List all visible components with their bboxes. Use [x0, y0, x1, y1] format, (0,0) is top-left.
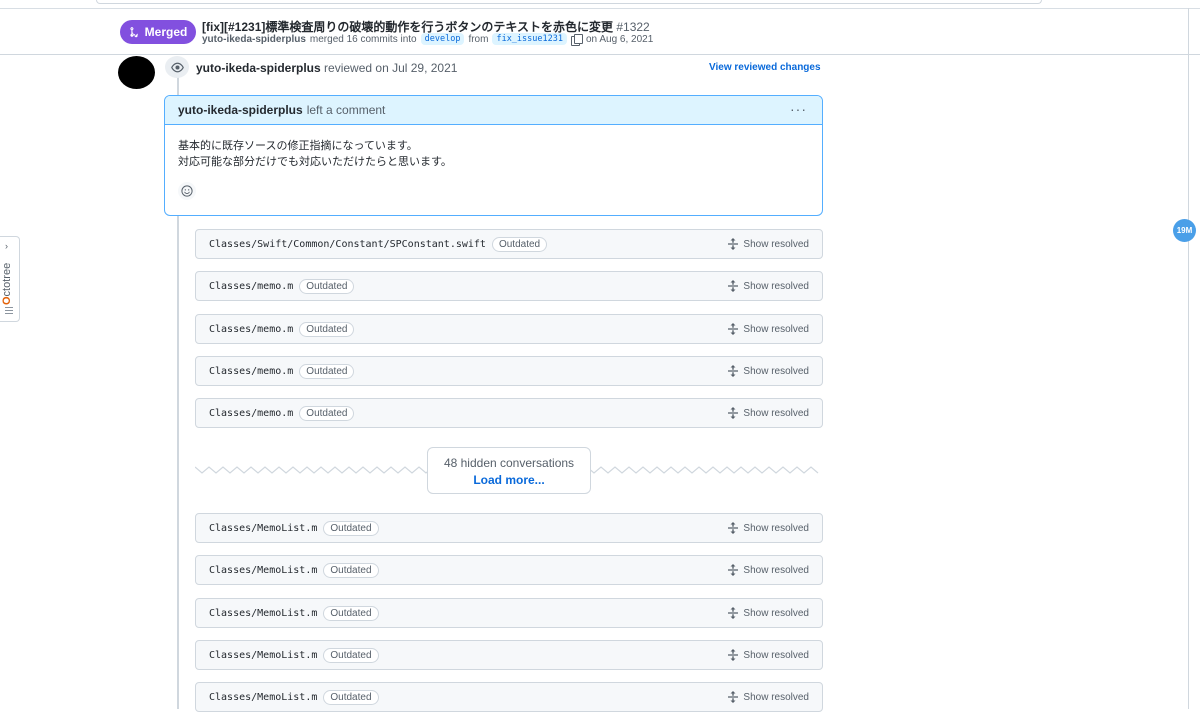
show-resolved-label: Show resolved [743, 280, 809, 292]
chevron-right-icon: › [5, 241, 8, 251]
show-resolved-label: Show resolved [743, 238, 809, 250]
top-strip [96, 0, 1042, 4]
pr-merged-text: merged 16 commits into [309, 33, 417, 45]
load-more-button[interactable]: Load more... [428, 473, 590, 487]
pr-date: on Aug 6, 2021 [585, 33, 654, 45]
show-resolved-label: Show resolved [743, 365, 809, 377]
resolved-thread[interactable]: Classes/memo.m Outdated Show resolved [195, 314, 823, 344]
pr-from-text: from [468, 33, 489, 45]
head-branch[interactable]: fix_issue1231 [492, 33, 567, 45]
show-resolved-button[interactable]: Show resolved [728, 407, 809, 419]
smiley-icon[interactable] [178, 182, 196, 200]
unfold-icon [728, 564, 739, 576]
comment-action: left a comment [306, 103, 386, 117]
outdated-badge: Outdated [299, 405, 355, 421]
unfold-icon [728, 365, 739, 377]
show-resolved-label: Show resolved [743, 564, 809, 576]
floating-badge[interactable]: 19M [1173, 219, 1196, 242]
show-resolved-button[interactable]: Show resolved [728, 522, 809, 534]
pr-header: Merged [fix][#1231]標準検査周りの破壊的動作を行うボタンのテキ… [0, 8, 1200, 55]
thread-file-path: Classes/MemoList.m [209, 607, 318, 619]
show-resolved-label: Show resolved [743, 607, 809, 619]
right-border [1188, 8, 1189, 709]
show-resolved-label: Show resolved [743, 323, 809, 335]
thread-file-path: Classes/memo.m [209, 323, 294, 335]
pr-author-link[interactable]: yuto-ikeda-spiderplus [202, 34, 306, 45]
thread-file-path: Classes/memo.m [209, 407, 294, 419]
resolved-thread[interactable]: Classes/memo.m Outdated Show resolved [195, 398, 823, 428]
kebab-menu-icon[interactable]: ··· [790, 101, 807, 117]
show-resolved-label: Show resolved [743, 522, 809, 534]
merged-badge: Merged [120, 20, 196, 44]
show-resolved-label: Show resolved [743, 691, 809, 703]
review-line: yuto-ikeda-spiderplus reviewed on Jul 29… [196, 61, 457, 75]
thread-file-path: Classes/MemoList.m [209, 649, 318, 661]
outdated-badge: Outdated [491, 236, 548, 252]
resolved-thread[interactable]: Classes/MemoList.m Outdated Show resolve… [195, 682, 823, 712]
unfold-icon [728, 607, 739, 619]
show-resolved-button[interactable]: Show resolved [728, 238, 809, 250]
show-resolved-button[interactable]: Show resolved [728, 323, 809, 335]
resolved-thread[interactable]: Classes/Swift/Common/Constant/SPConstant… [195, 229, 823, 259]
thread-file-path: Classes/Swift/Common/Constant/SPConstant… [209, 238, 486, 250]
resolved-thread[interactable]: Classes/MemoList.m Outdated Show resolve… [195, 513, 823, 543]
copy-icon[interactable] [570, 33, 583, 46]
resolved-thread[interactable]: Classes/MemoList.m Outdated Show resolve… [195, 555, 823, 585]
unfold-icon [728, 691, 739, 703]
view-reviewed-changes-link[interactable]: View reviewed changes [709, 62, 821, 73]
unfold-icon [728, 649, 739, 661]
hidden-conversations-box: 48 hidden conversations Load more... [427, 447, 591, 494]
base-branch[interactable]: develop [420, 33, 465, 45]
show-resolved-button[interactable]: Show resolved [728, 649, 809, 661]
thread-file-path: Classes/MemoList.m [209, 522, 318, 534]
outdated-badge: Outdated [299, 321, 355, 337]
pr-title-text: [fix][#1231]標準検査周りの破壊的動作を行うボタンのテキストを赤色に変… [202, 20, 614, 34]
show-resolved-button[interactable]: Show resolved [728, 564, 809, 576]
thread-file-path: Classes/memo.m [209, 280, 294, 292]
merged-label: Merged [144, 25, 188, 39]
pr-meta: yuto-ikeda-spiderplus merged 16 commits … [202, 33, 654, 46]
thread-file-path: Classes/MemoList.m [209, 564, 318, 576]
outdated-badge: Outdated [299, 363, 355, 379]
resolved-thread[interactable]: Classes/MemoList.m Outdated Show resolve… [195, 598, 823, 628]
merge-icon [130, 27, 138, 38]
outdated-badge: Outdated [299, 278, 355, 294]
avatar[interactable] [118, 56, 155, 89]
outdated-badge: Outdated [323, 562, 379, 578]
unfold-icon [728, 323, 739, 335]
octotree-label: Octotree [1, 262, 13, 305]
drag-handle-icon[interactable] [5, 307, 13, 314]
unfold-icon [728, 280, 739, 292]
outdated-badge: Outdated [323, 689, 379, 705]
outdated-badge: Outdated [323, 647, 379, 663]
review-comment: yuto-ikeda-spiderplus left a comment ···… [164, 95, 823, 216]
unfold-icon [728, 522, 739, 534]
outdated-badge: Outdated [323, 605, 379, 621]
pr-number: #1322 [616, 20, 650, 34]
comment-line-2: 対応可能な部分だけでも対応いただけたらと思います。 [178, 156, 452, 168]
hidden-conversations-count: 48 hidden conversations [443, 456, 575, 470]
thread-file-path: Classes/MemoList.m [209, 691, 318, 703]
show-resolved-button[interactable]: Show resolved [728, 691, 809, 703]
show-resolved-button[interactable]: Show resolved [728, 280, 809, 292]
eye-icon [165, 56, 189, 78]
show-resolved-label: Show resolved [743, 407, 809, 419]
octotree-sidebar-toggle[interactable]: › Octotree [0, 236, 20, 322]
unfold-icon [728, 407, 739, 419]
reviewer-link[interactable]: yuto-ikeda-spiderplus [196, 61, 321, 75]
outdated-badge: Outdated [323, 520, 379, 536]
resolved-thread[interactable]: Classes/MemoList.m Outdated Show resolve… [195, 640, 823, 670]
show-resolved-button[interactable]: Show resolved [728, 607, 809, 619]
show-resolved-button[interactable]: Show resolved [728, 365, 809, 377]
comment-body: 基本的に既存ソースの修正指摘になっています。 対応可能な部分だけでも対応いただけ… [165, 125, 822, 170]
comment-author[interactable]: yuto-ikeda-spiderplus [178, 103, 303, 117]
show-resolved-label: Show resolved [743, 649, 809, 661]
resolved-thread[interactable]: Classes/memo.m Outdated Show resolved [195, 356, 823, 386]
unfold-icon [728, 238, 739, 250]
thread-file-path: Classes/memo.m [209, 365, 294, 377]
comment-header: yuto-ikeda-spiderplus left a comment ··· [165, 96, 822, 125]
resolved-thread[interactable]: Classes/memo.m Outdated Show resolved [195, 271, 823, 301]
comment-line-1: 基本的に既存ソースの修正指摘になっています。 [178, 140, 418, 152]
review-action: reviewed on Jul 29, 2021 [324, 61, 458, 75]
